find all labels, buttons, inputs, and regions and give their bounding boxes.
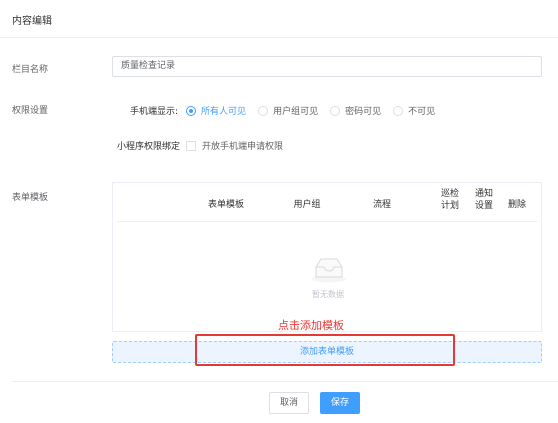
radio-everyone[interactable]: 所有人可见 (186, 104, 246, 117)
radio-unchecked-icon (258, 105, 269, 116)
column-header-template: 表单模板 (207, 200, 244, 210)
cancel-button[interactable]: 取消 (269, 392, 309, 414)
column-header-notify-settings: 通知 设置 (474, 189, 493, 211)
radio-unchecked-icon (330, 105, 341, 116)
empty-box-icon (312, 258, 346, 283)
radio-invisible[interactable]: 不可见 (393, 104, 435, 117)
radio-everyone-label: 所有人可见 (201, 107, 247, 117)
page-header: 内容编辑 (0, 0, 558, 38)
radio-password[interactable]: 密码可见 (330, 104, 381, 117)
table-header-divider (117, 221, 537, 222)
mobile-display-label: 手机端显示: (130, 107, 179, 117)
mobile-apply-checkbox[interactable] (186, 140, 197, 151)
footer-divider (12, 381, 558, 382)
column-header-flow: 流程 (372, 200, 391, 210)
page-title: 内容编辑 (12, 16, 52, 27)
mobile-apply-label: 开放手机端申请权限 (202, 142, 284, 152)
permissions-label: 权限设置 (12, 106, 49, 116)
add-template-hint: 点击添加模板 (278, 319, 344, 332)
empty-text: 暂无数据 (312, 290, 344, 299)
form-template-label: 表单模板 (12, 193, 49, 203)
add-form-template-button[interactable]: 添加表单模板 (112, 341, 542, 363)
mini-program-label: 小程序权限绑定 (117, 142, 181, 152)
mini-program-row: 小程序权限绑定 开放手机端申请权限 (117, 139, 283, 152)
radio-checked-icon (186, 105, 197, 116)
column-name-input[interactable]: 质量检查记录 (112, 56, 542, 77)
radio-invisible-label: 不可见 (408, 107, 436, 117)
radio-unchecked-icon (393, 105, 404, 116)
radio-user-group-label: 用户组可见 (273, 107, 319, 117)
column-header-delete: 删除 (507, 200, 526, 210)
column-header-user-group: 用户组 (293, 200, 321, 210)
column-header-inspection-plan: 巡检 计划 (440, 189, 459, 211)
radio-password-label: 密码可见 (345, 107, 382, 117)
save-button[interactable]: 保存 (320, 392, 360, 414)
column-name-label: 栏目名称 (12, 65, 49, 75)
mobile-display-row: 手机端显示: 所有人可见 用户组可见 密码可见 不可见 (130, 104, 447, 117)
radio-user-group[interactable]: 用户组可见 (258, 104, 318, 117)
form-template-table: 表单模板 用户组 流程 巡检 计划 通知 设置 删除 暂无数据 (112, 182, 542, 332)
